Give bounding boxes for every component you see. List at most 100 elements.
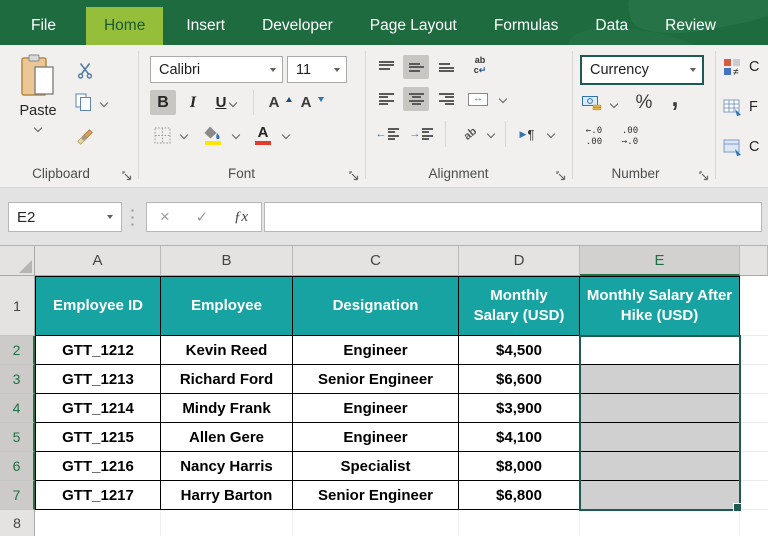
cell-B6[interactable]: Nancy Harris: [161, 452, 293, 481]
cell-B5[interactable]: Allen Gere: [161, 423, 293, 452]
column-header-C[interactable]: C: [293, 246, 459, 276]
cell-B4[interactable]: Mindy Frank: [161, 394, 293, 423]
cell-F1[interactable]: [740, 276, 768, 336]
increase-decimal-button[interactable]: ←.0 .00: [580, 125, 608, 149]
row-header-3[interactable]: 3: [0, 365, 35, 394]
column-header-F[interactable]: [740, 246, 768, 276]
cell-C5[interactable]: Engineer: [293, 423, 459, 452]
copy-dropdown[interactable]: [98, 97, 110, 109]
cell-B3[interactable]: Richard Ford: [161, 365, 293, 394]
align-center-button[interactable]: [403, 87, 429, 111]
column-header-B[interactable]: B: [161, 246, 293, 276]
name-box[interactable]: E2: [8, 202, 122, 232]
cell-B8[interactable]: [161, 510, 293, 536]
cell-C7[interactable]: Senior Engineer: [293, 481, 459, 510]
conditional-formatting-button[interactable]: ≠ C: [723, 57, 759, 77]
cell-D4[interactable]: $3,900: [459, 394, 580, 423]
align-middle-button[interactable]: [403, 55, 429, 79]
insert-function-icon[interactable]: ƒx: [234, 209, 248, 226]
font-color-button[interactable]: A: [250, 121, 276, 149]
borders-button[interactable]: [150, 123, 174, 147]
cell-F6[interactable]: [740, 452, 768, 481]
paste-button[interactable]: Paste: [10, 53, 66, 155]
tab-page-layout[interactable]: Page Layout: [355, 7, 472, 45]
tab-file[interactable]: File: [16, 7, 71, 45]
wrap-text-button[interactable]: ab c↵: [465, 53, 495, 79]
accounting-format-button[interactable]: [580, 93, 604, 115]
row-header-4[interactable]: 4: [0, 394, 35, 423]
text-direction-button[interactable]: ▶ ¶: [513, 123, 541, 145]
number-format-combo[interactable]: Currency: [580, 55, 704, 85]
row-header-7[interactable]: 7: [0, 481, 35, 510]
cell-B7[interactable]: Harry Barton: [161, 481, 293, 510]
orientation-button[interactable]: ab: [457, 123, 483, 145]
cell-A4[interactable]: GTT_1214: [35, 394, 161, 423]
increase-indent-button[interactable]: →: [407, 123, 435, 145]
cell-A1[interactable]: Employee ID: [35, 276, 161, 336]
align-right-button[interactable]: [433, 87, 459, 111]
number-dialog-launcher[interactable]: [698, 169, 710, 181]
cell-C8[interactable]: [293, 510, 459, 536]
alignment-dialog-launcher[interactable]: [555, 169, 567, 181]
row-header-5[interactable]: 5: [0, 423, 35, 452]
cell-D7[interactable]: $6,800: [459, 481, 580, 510]
cell-F3[interactable]: [740, 365, 768, 394]
cell-D3[interactable]: $6,600: [459, 365, 580, 394]
cell-D1[interactable]: Monthly Salary (USD): [459, 276, 580, 336]
format-as-table-button[interactable]: F: [723, 97, 758, 117]
bold-button[interactable]: B: [150, 90, 176, 115]
tab-review[interactable]: Review: [650, 7, 731, 45]
tab-data[interactable]: Data: [580, 7, 643, 45]
cell-A8[interactable]: [35, 510, 161, 536]
enter-icon[interactable]: ✓: [196, 208, 209, 226]
merge-center-button[interactable]: ↔: [465, 89, 491, 109]
font-name-combo[interactable]: Calibri: [150, 56, 283, 83]
tab-developer[interactable]: Developer: [247, 7, 348, 45]
cell-C6[interactable]: Specialist: [293, 452, 459, 481]
orientation-dropdown[interactable]: [485, 125, 497, 143]
cancel-icon[interactable]: ×: [160, 207, 170, 227]
tab-home[interactable]: Home: [85, 7, 164, 45]
cell-F2[interactable]: [740, 336, 768, 365]
cell-F4[interactable]: [740, 394, 768, 423]
text-direction-dropdown[interactable]: [545, 125, 557, 143]
fill-handle[interactable]: [733, 503, 742, 512]
cell-E1[interactable]: Monthly Salary After Hike (USD): [580, 276, 740, 336]
column-header-E[interactable]: E: [580, 246, 740, 276]
cell-E8[interactable]: [580, 510, 740, 536]
cell-styles-button[interactable]: C: [723, 137, 759, 157]
fill-color-button[interactable]: [200, 121, 226, 149]
cell-D6[interactable]: $8,000: [459, 452, 580, 481]
italic-button[interactable]: I: [182, 90, 204, 115]
tab-formulas[interactable]: Formulas: [479, 7, 574, 45]
cell-E7[interactable]: [580, 481, 740, 510]
cell-C1[interactable]: Designation: [293, 276, 459, 336]
comma-style-button[interactable]: ,: [666, 86, 684, 115]
font-color-dropdown[interactable]: [280, 125, 292, 145]
cell-D8[interactable]: [459, 510, 580, 536]
font-size-combo[interactable]: 11: [287, 56, 347, 83]
cell-C3[interactable]: Senior Engineer: [293, 365, 459, 394]
row-header-6[interactable]: 6: [0, 452, 35, 481]
row-header-1[interactable]: 1: [0, 276, 35, 336]
row-header-2[interactable]: 2: [0, 336, 35, 365]
font-dialog-launcher[interactable]: [348, 169, 360, 181]
borders-dropdown[interactable]: [178, 125, 190, 145]
cell-A6[interactable]: GTT_1216: [35, 452, 161, 481]
align-left-button[interactable]: [373, 87, 399, 111]
cell-B2[interactable]: Kevin Reed: [161, 336, 293, 365]
formula-input[interactable]: [264, 202, 762, 232]
cell-F5[interactable]: [740, 423, 768, 452]
cell-F7[interactable]: [740, 481, 768, 510]
cell-E6[interactable]: [580, 452, 740, 481]
decrease-decimal-button[interactable]: .00 →.0: [616, 125, 644, 149]
format-painter-button[interactable]: [72, 125, 96, 149]
underline-button[interactable]: U: [208, 90, 244, 115]
shrink-font-button[interactable]: A: [296, 90, 325, 115]
cell-B1[interactable]: Employee: [161, 276, 293, 336]
merge-dropdown[interactable]: [497, 91, 509, 107]
cell-C4[interactable]: Engineer: [293, 394, 459, 423]
align-top-button[interactable]: [373, 55, 399, 79]
cell-D5[interactable]: $4,100: [459, 423, 580, 452]
fill-color-dropdown[interactable]: [230, 125, 242, 145]
